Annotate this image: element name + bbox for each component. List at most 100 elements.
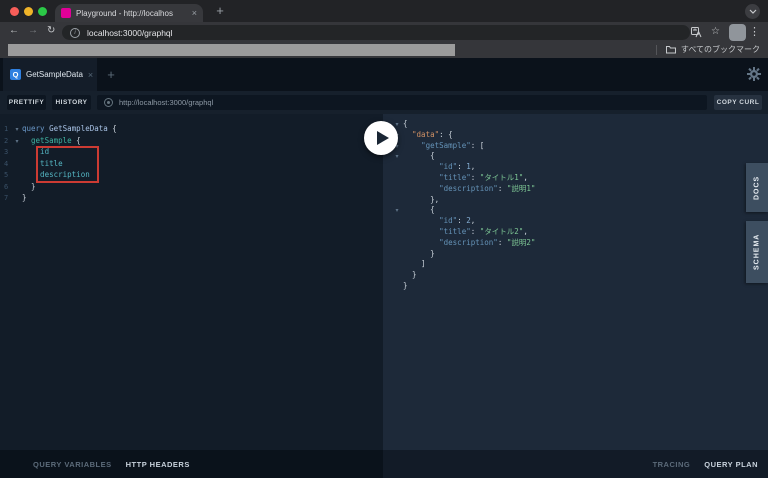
code-text: }: [403, 270, 417, 280]
browser-menu-icon[interactable]: ⋮: [749, 25, 760, 38]
redacted-bookmarks: [8, 44, 455, 56]
browser-tab[interactable]: Playground - http://localhos ×: [55, 4, 203, 22]
divider: [655, 44, 657, 55]
line-number: 5: [4, 171, 9, 179]
history-button[interactable]: HISTORY: [52, 95, 91, 110]
query-badge: Q: [10, 69, 21, 80]
prettify-button[interactable]: PRETTIFY: [7, 95, 46, 110]
code-text: }: [403, 280, 408, 290]
code-text: "title": "タイトル2",: [439, 226, 528, 236]
code-line: "title": "タイトル2",: [391, 227, 768, 238]
code-line: 1 ▾ query GetSampleData {: [0, 123, 383, 135]
docs-tab[interactable]: DOCS: [746, 163, 768, 212]
reload-icon[interactable]: ↻: [47, 25, 55, 36]
code-line: "title": "タイトル1",: [391, 173, 768, 184]
code-line: ▾ {: [391, 205, 768, 216]
screen: Playground - http://localhos × + ← → ↻ i…: [0, 0, 768, 478]
code-text: getSample {: [31, 135, 81, 145]
profile-avatar[interactable]: [729, 24, 746, 41]
tracing-tab[interactable]: TRACING: [653, 460, 691, 469]
schema-tab[interactable]: SCHEMA: [746, 221, 768, 283]
response-viewer: ▾{▾ "data": {▾ "getSample": [▾ { "id": 1…: [383, 114, 768, 450]
code-line: }: [391, 281, 768, 292]
code-text: }: [403, 248, 435, 258]
macos-maximize-button[interactable]: [38, 7, 47, 16]
browser-tabstrip: Playground - http://localhos × +: [0, 0, 768, 22]
bookmarks-bar: すべてのブックマーク: [0, 43, 768, 58]
http-headers-tab[interactable]: HTTP HEADERS: [126, 460, 190, 469]
new-session-button[interactable]: +: [100, 58, 122, 91]
code-line: ▾ "data": {: [391, 130, 768, 141]
fold-arrow-icon[interactable]: ▾: [12, 125, 22, 137]
code-line: },: [391, 195, 768, 206]
annotation-red-box: [36, 146, 99, 183]
line-number: 6: [4, 182, 9, 191]
settings-button[interactable]: [747, 67, 761, 81]
browser-tab-title: Playground - http://localhos: [76, 8, 173, 18]
all-bookmarks-button[interactable]: すべてのブックマーク: [655, 44, 760, 55]
code-line: "description": "説明2": [391, 238, 768, 249]
code-text: {: [403, 205, 435, 215]
code-text: ]: [403, 259, 426, 269]
code-line: "description": "説明1": [391, 184, 768, 195]
line-number: 7: [4, 194, 9, 202]
gear-icon: [747, 67, 761, 81]
session-tab[interactable]: Q GetSampleData ×: [3, 58, 97, 91]
query-variables-tab[interactable]: QUERY VARIABLES: [33, 460, 112, 469]
macos-close-button[interactable]: [10, 7, 19, 16]
fold-arrow-icon[interactable]: ▾: [391, 152, 403, 163]
code-line: "id": 1,: [391, 162, 768, 173]
code-text: "id": 1,: [439, 162, 476, 172]
endpoint-input[interactable]: http://localhost:3000/graphql: [97, 95, 707, 110]
forward-icon[interactable]: →: [28, 25, 38, 36]
bookmark-star-icon[interactable]: ☆: [711, 26, 720, 37]
code-line: "id": 2,: [391, 216, 768, 227]
endpoint-status-icon: [104, 98, 113, 107]
code-line: ▾ {: [391, 151, 768, 162]
code-line: ]: [391, 259, 768, 270]
all-bookmarks-label: すべてのブックマーク: [680, 45, 760, 54]
chevron-down-icon: [749, 9, 756, 14]
macos-minimize-button[interactable]: [24, 7, 33, 16]
code-text: "data": {: [412, 129, 453, 139]
code-text: query GetSampleData {: [22, 124, 117, 133]
code-text: {: [403, 119, 408, 128]
execute-query-button[interactable]: [364, 121, 398, 155]
playground-favicon: [61, 8, 71, 18]
url-text: localhost:3000/graphql: [87, 27, 173, 38]
copy-curl-button[interactable]: COPY CURL: [714, 95, 762, 110]
footer-left: QUERY VARIABLES HTTP HEADERS: [0, 450, 383, 478]
translate-icon[interactable]: [691, 27, 702, 41]
code-text: },: [403, 194, 440, 204]
endpoint-url: http://localhost:3000/graphql: [119, 98, 214, 107]
play-icon: [377, 131, 389, 145]
code-text: "title": "タイトル1",: [439, 172, 528, 182]
line-number: 3: [4, 148, 9, 156]
back-icon[interactable]: ←: [9, 25, 19, 36]
fold-arrow-icon[interactable]: ▾: [391, 206, 403, 217]
close-icon[interactable]: ×: [88, 70, 93, 80]
code-text: {: [403, 151, 435, 161]
playground-toolbar: PRETTIFY HISTORY http://localhost:3000/g…: [0, 91, 768, 114]
playground-main: 1 ▾ query GetSampleData {2 ▾ getSample {3 i…: [0, 114, 768, 450]
tab-search-button[interactable]: [745, 4, 760, 19]
folder-icon: [665, 46, 676, 54]
query-plan-tab[interactable]: QUERY PLAN: [704, 460, 758, 469]
new-tab-button[interactable]: +: [212, 3, 228, 19]
code-text: }: [22, 181, 36, 191]
close-icon[interactable]: ×: [192, 8, 197, 18]
browser-navbar: ← → ↻ i localhost:3000/graphql ☆ ⋮: [0, 22, 768, 43]
code-text: "getSample": [: [421, 140, 485, 150]
code-line: ▾ "getSample": [: [391, 141, 768, 152]
line-number: 2: [4, 136, 9, 145]
code-line: 2 ▾ getSample {: [0, 135, 383, 147]
code-line: }: [391, 270, 768, 281]
fold-arrow-icon[interactable]: ▾: [12, 137, 22, 149]
code-text: }: [22, 193, 27, 202]
code-text: "description": "説明2": [439, 237, 536, 247]
address-bar[interactable]: i localhost:3000/graphql: [62, 25, 690, 40]
code-line: ▾{: [391, 119, 768, 130]
line-number: 1: [4, 125, 9, 133]
playground-footer: QUERY VARIABLES HTTP HEADERS TRACING QUE…: [0, 450, 768, 478]
site-info-icon[interactable]: i: [70, 27, 80, 38]
